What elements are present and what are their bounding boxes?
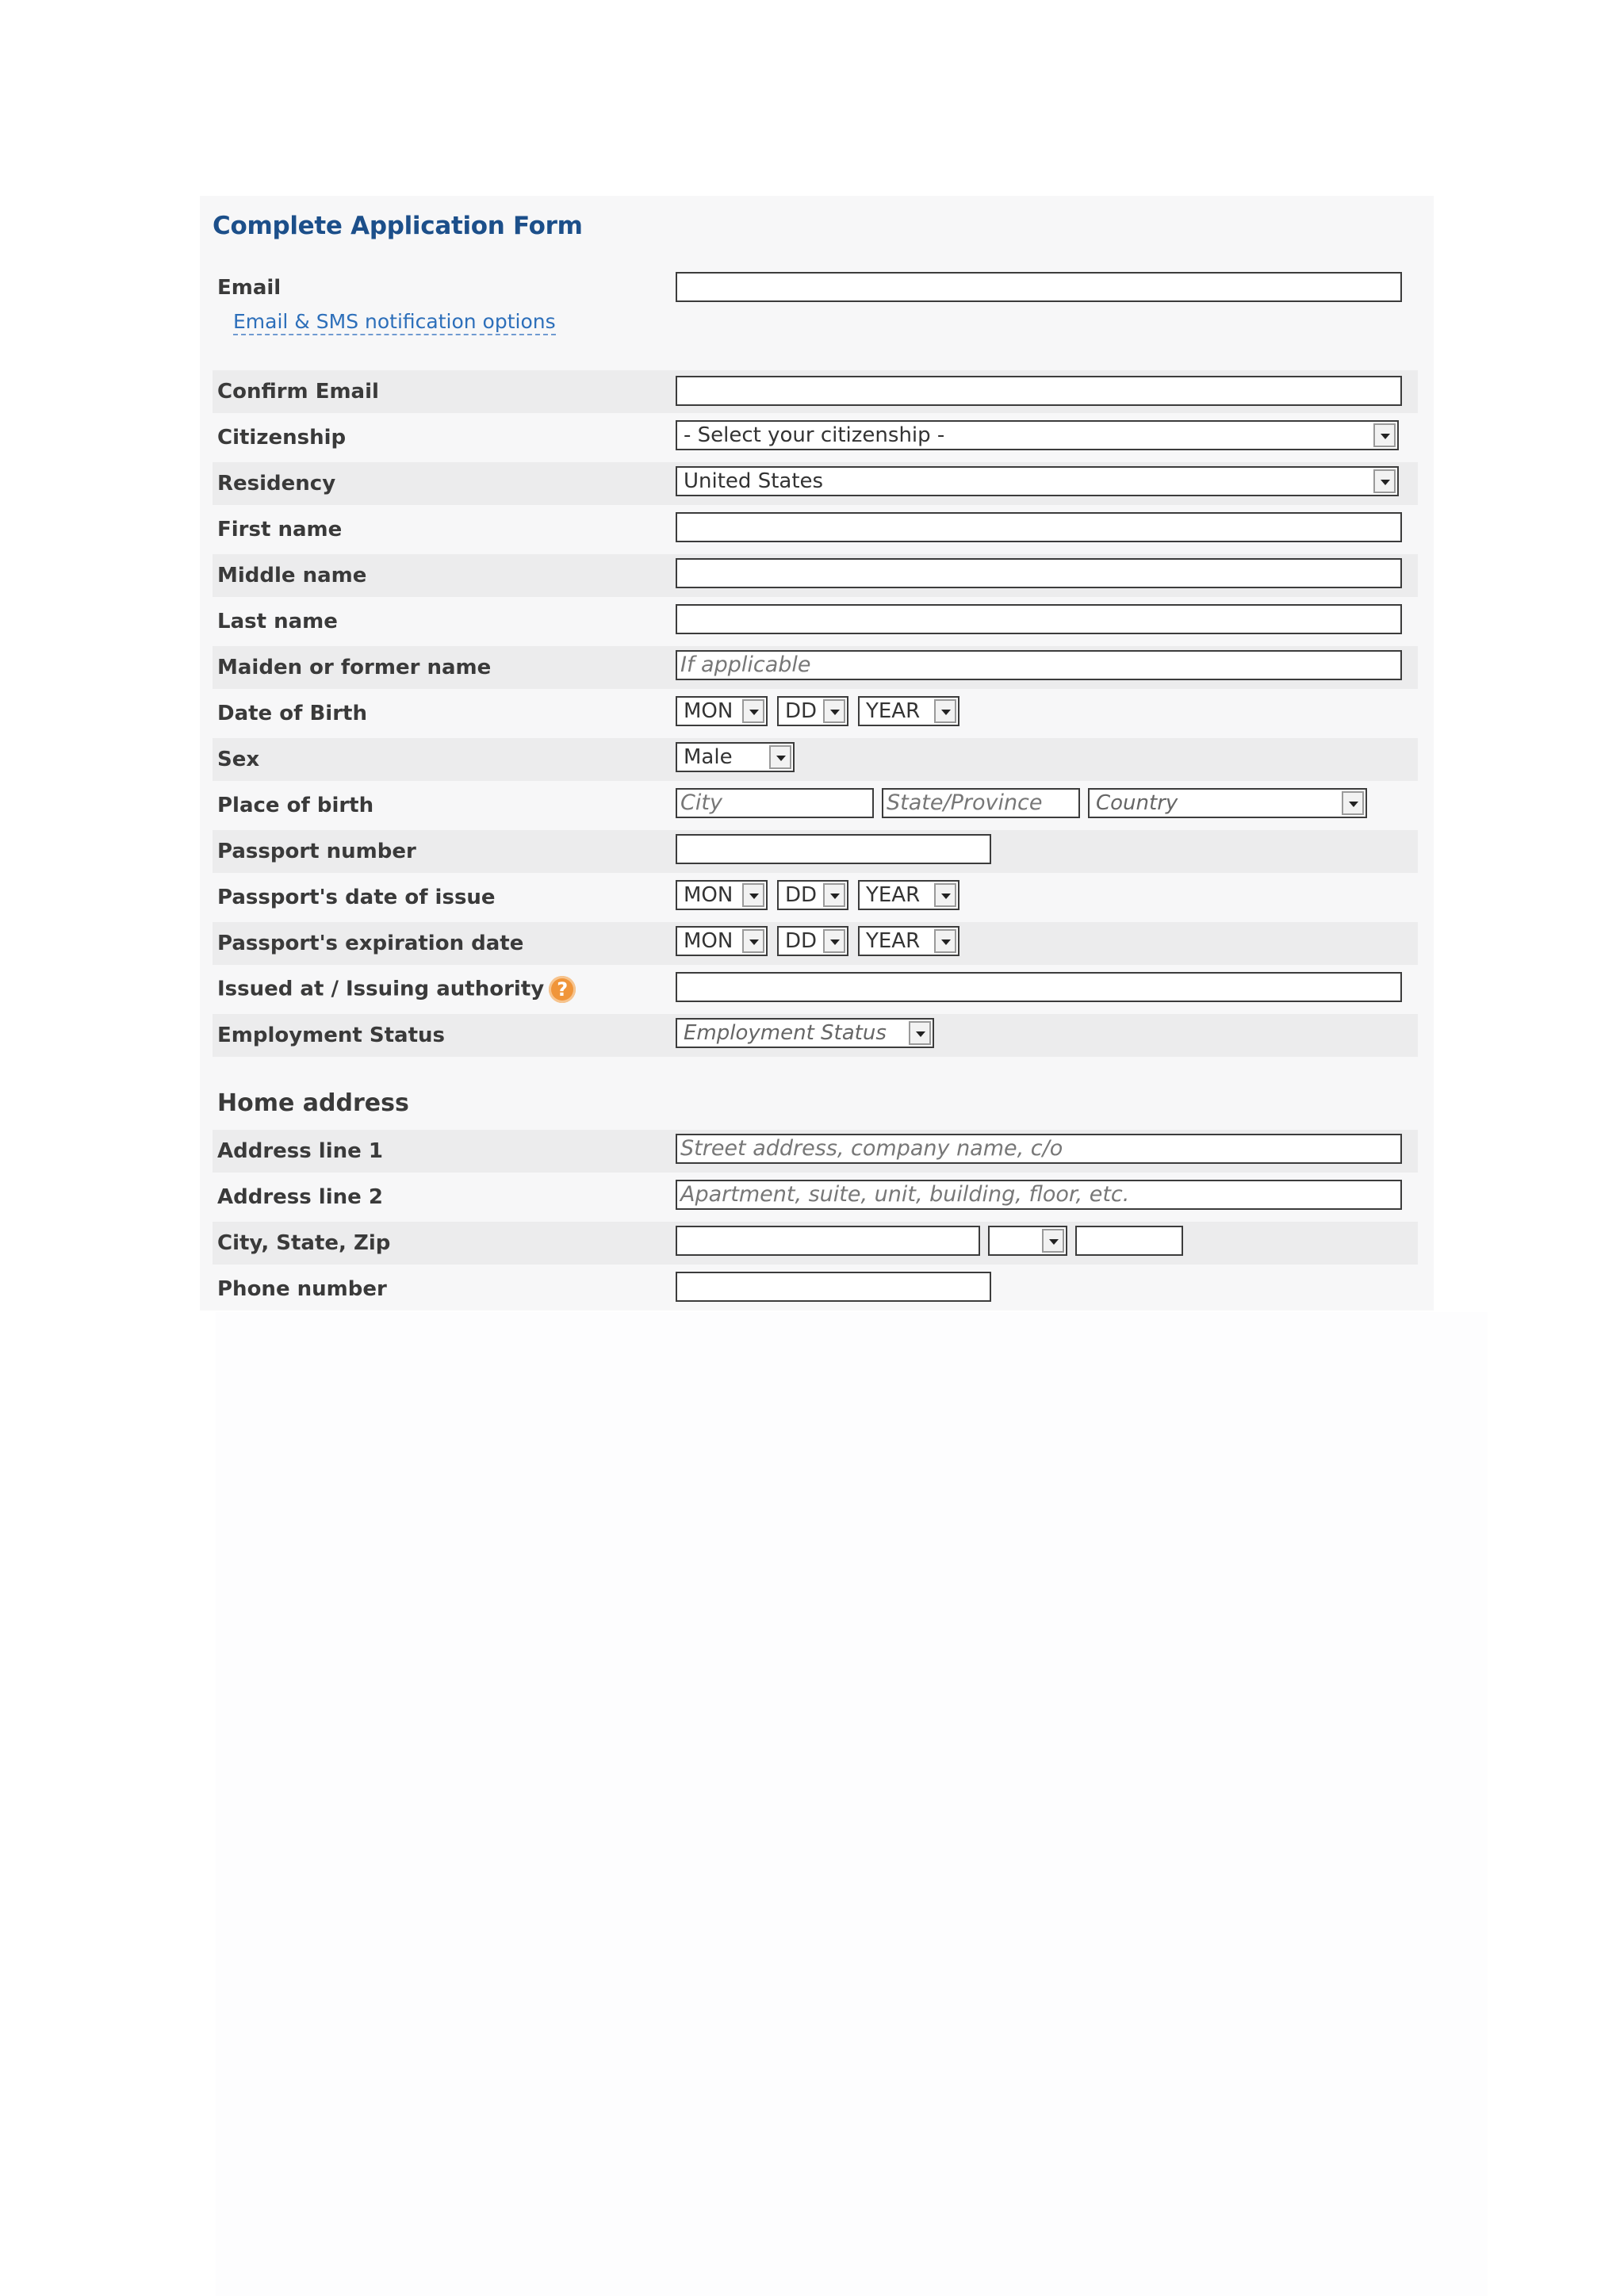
chevron-down-icon[interactable] — [1373, 469, 1396, 493]
passport-number-label: Passport number — [217, 840, 416, 863]
expiration-day-value: DD — [785, 929, 818, 953]
birth-state-input[interactable]: State/Province — [882, 788, 1080, 818]
residency-select[interactable]: United States — [676, 466, 1399, 496]
phone-number-input[interactable] — [676, 1272, 991, 1302]
birth-month-select[interactable]: MON — [676, 696, 768, 726]
phone-number-label: Phone number — [217, 1277, 387, 1301]
birth-year-value: YEAR — [866, 699, 921, 723]
address-line-2-input[interactable]: Apartment, suite, unit, building, floor,… — [676, 1180, 1402, 1210]
chevron-down-icon[interactable] — [742, 929, 764, 953]
issuing-authority-label-text: Issued at / Issuing authority — [217, 977, 545, 1001]
chevron-down-icon[interactable] — [909, 1021, 931, 1045]
sex-select[interactable]: Male — [676, 742, 795, 772]
chevron-down-icon[interactable] — [823, 883, 845, 907]
employment-status-select[interactable]: Employment Status — [676, 1018, 934, 1048]
home-address-heading: Home address — [217, 1089, 409, 1117]
address-line-1-input[interactable]: Street address, company name, c/o — [676, 1134, 1402, 1164]
issue-year-value: YEAR — [866, 883, 921, 907]
birth-month-value: MON — [684, 699, 733, 723]
date-of-birth-label: Date of Birth — [217, 702, 367, 725]
chevron-down-icon[interactable] — [1373, 423, 1396, 447]
citizenship-select[interactable]: - Select your citizenship - — [676, 420, 1399, 450]
residency-selected-value: United States — [684, 469, 824, 493]
home-state-select[interactable] — [988, 1226, 1067, 1256]
email-sms-notification-link[interactable]: Email & SMS notification options — [233, 310, 556, 335]
first-name-label: First name — [217, 518, 343, 541]
issuing-authority-input[interactable] — [676, 972, 1402, 1002]
last-name-label: Last name — [217, 610, 338, 633]
employment-status-value: Employment Status — [684, 1021, 887, 1045]
issue-year-select[interactable]: YEAR — [858, 880, 959, 910]
city-state-zip-label: City, State, Zip — [217, 1231, 391, 1255]
maiden-name-input[interactable]: If applicable — [676, 650, 1402, 680]
expiration-year-select[interactable]: YEAR — [858, 926, 959, 956]
email-label: Email — [217, 276, 282, 300]
birth-day-value: DD — [785, 699, 818, 723]
birth-day-select[interactable]: DD — [777, 696, 848, 726]
birth-country-value: Country — [1096, 791, 1178, 815]
address-line-2-label: Address line 2 — [217, 1185, 383, 1209]
chevron-down-icon[interactable] — [1342, 791, 1364, 815]
chevron-down-icon[interactable] — [823, 929, 845, 953]
place-of-birth-label: Place of birth — [217, 794, 374, 817]
birth-year-select[interactable]: YEAR — [858, 696, 959, 726]
middle-name-input[interactable] — [676, 558, 1402, 588]
chevron-down-icon[interactable] — [742, 883, 764, 907]
citizenship-selected-value: - Select your citizenship - — [684, 423, 945, 447]
confirm-email-label: Confirm Email — [217, 380, 379, 404]
last-name-input[interactable] — [676, 604, 1402, 634]
confirm-email-input[interactable] — [676, 376, 1402, 406]
passport-issue-date-label: Passport's date of issue — [217, 886, 496, 909]
form-title: Complete Application Form — [213, 212, 583, 240]
chevron-down-icon[interactable] — [823, 699, 845, 723]
birth-country-select[interactable]: Country — [1088, 788, 1367, 818]
expiration-month-value: MON — [684, 929, 733, 953]
chevron-down-icon[interactable] — [742, 699, 764, 723]
sex-label: Sex — [217, 748, 260, 771]
citizenship-label: Citizenship — [217, 426, 347, 450]
passport-number-input[interactable] — [676, 834, 991, 864]
page-background — [216, 1312, 1488, 2296]
passport-expiration-date-label: Passport's expiration date — [217, 932, 524, 955]
residency-label: Residency — [217, 472, 336, 496]
issue-month-value: MON — [684, 883, 733, 907]
chevron-down-icon[interactable] — [934, 929, 956, 953]
issuing-authority-label: Issued at / Issuing authority? — [217, 976, 576, 1003]
expiration-day-select[interactable]: DD — [777, 926, 848, 956]
expiration-year-value: YEAR — [866, 929, 921, 953]
chevron-down-icon[interactable] — [1042, 1229, 1064, 1253]
issue-day-select[interactable]: DD — [777, 880, 848, 910]
maiden-name-label: Maiden or former name — [217, 656, 492, 679]
issue-month-select[interactable]: MON — [676, 880, 768, 910]
middle-name-label: Middle name — [217, 564, 367, 587]
chevron-down-icon[interactable] — [934, 883, 956, 907]
address-line-1-label: Address line 1 — [217, 1139, 383, 1163]
sex-row: Sex — [213, 738, 1418, 781]
email-input[interactable] — [676, 272, 1402, 302]
help-icon[interactable]: ? — [549, 976, 576, 1003]
chevron-down-icon[interactable] — [769, 745, 791, 769]
employment-status-label: Employment Status — [217, 1024, 446, 1047]
sex-selected-value: Male — [684, 745, 733, 769]
application-form: Complete Application Form Email Email & … — [200, 196, 1434, 1311]
birth-city-input[interactable]: City — [676, 788, 874, 818]
home-city-input[interactable] — [676, 1226, 980, 1256]
issue-day-value: DD — [785, 883, 818, 907]
home-zip-input[interactable] — [1075, 1226, 1183, 1256]
first-name-input[interactable] — [676, 512, 1402, 542]
expiration-month-select[interactable]: MON — [676, 926, 768, 956]
chevron-down-icon[interactable] — [934, 699, 956, 723]
